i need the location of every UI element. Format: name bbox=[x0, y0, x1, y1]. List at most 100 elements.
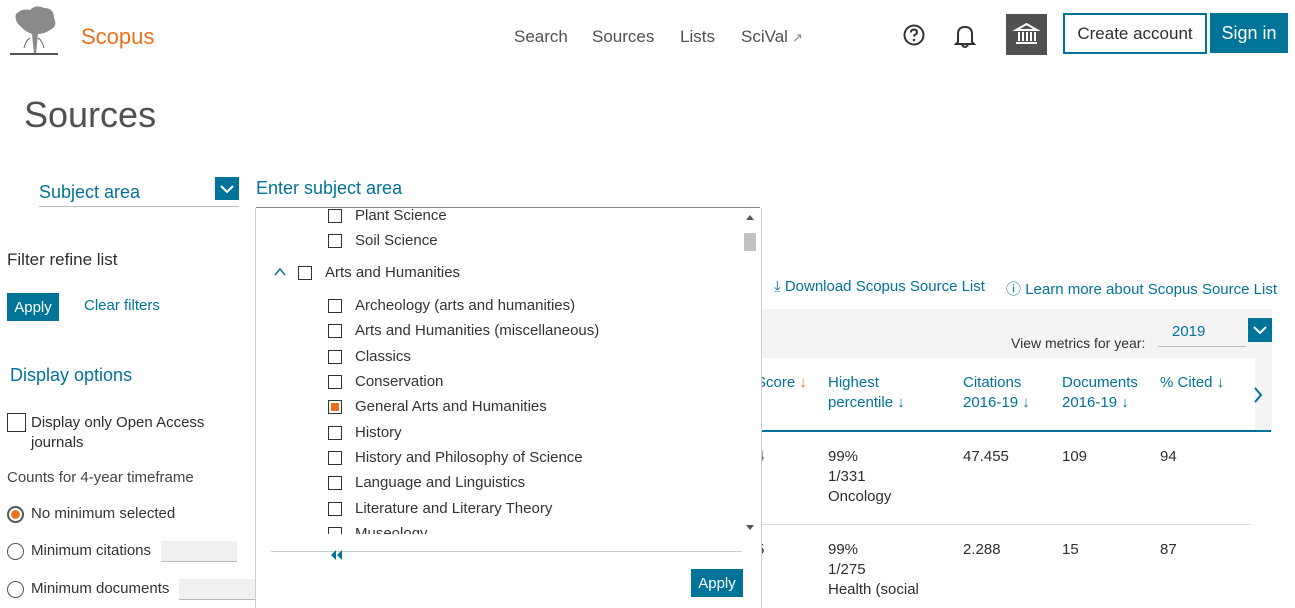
subject-option[interactable]: Arts and Humanities (miscellaneous) bbox=[328, 321, 599, 341]
nav-search[interactable]: Search bbox=[514, 27, 568, 47]
subject-option[interactable]: History and Philosophy of Science bbox=[328, 448, 583, 468]
checkbox[interactable] bbox=[328, 375, 342, 390]
minimum-citations-label: Minimum citations bbox=[31, 542, 152, 559]
subject-option-label: Literature and Literary Theory bbox=[355, 500, 553, 517]
chevron-right-icon[interactable] bbox=[1252, 385, 1264, 410]
col-documents-line1: Documents bbox=[1062, 374, 1138, 391]
subject-option[interactable]: History bbox=[328, 423, 402, 443]
row2-pct-value: 99% bbox=[828, 541, 859, 558]
col-citations-line1: Citations bbox=[963, 374, 1022, 391]
subject-option[interactable]: Plant Science bbox=[328, 208, 447, 226]
chevron-down-icon[interactable] bbox=[215, 177, 239, 200]
checkbox-checked[interactable] bbox=[328, 400, 342, 415]
sort-down-icon: ↓ bbox=[1216, 374, 1225, 391]
sort-down-icon: ↓ bbox=[1121, 394, 1129, 411]
elsevier-logo-icon bbox=[6, 4, 62, 56]
subject-option[interactable]: Literature and Literary Theory bbox=[328, 499, 552, 519]
checkbox[interactable] bbox=[328, 476, 342, 491]
col-score[interactable]: Score ↓ bbox=[756, 373, 807, 393]
row1-pct-rank: 1/331 bbox=[828, 468, 866, 485]
checkbox[interactable] bbox=[328, 502, 342, 517]
minimum-documents-input[interactable] bbox=[179, 579, 255, 600]
download-icon: ⤓ bbox=[774, 278, 781, 295]
open-access-label: Display only Open Access journals bbox=[31, 414, 205, 451]
download-label: Download Scopus Source List bbox=[784, 278, 985, 295]
dropdown-scrollbar[interactable] bbox=[743, 210, 757, 535]
scrollbar-thumb[interactable] bbox=[744, 233, 756, 251]
checkbox[interactable] bbox=[328, 324, 342, 339]
nav-scival-label: SciVal bbox=[741, 27, 788, 46]
minimum-citations-radio[interactable] bbox=[7, 543, 24, 560]
subject-option-label: Archeology (arts and humanities) bbox=[355, 297, 576, 314]
nav-sources[interactable]: Sources bbox=[592, 27, 654, 47]
row2-cited: 87 bbox=[1160, 541, 1177, 558]
checkbox[interactable] bbox=[328, 451, 342, 466]
minimum-citations-input[interactable] bbox=[161, 541, 237, 562]
institution-button[interactable] bbox=[1006, 14, 1047, 55]
help-icon[interactable] bbox=[903, 24, 925, 46]
nav-lists[interactable]: Lists bbox=[680, 27, 715, 47]
subject-option-label: History and Philosophy of Science bbox=[355, 449, 583, 466]
learn-more-label: Learn more about Scopus Source List bbox=[1025, 281, 1278, 298]
open-access-checkbox[interactable] bbox=[7, 413, 26, 432]
col-citations[interactable]: Citations 2016-19 ↓ bbox=[963, 373, 1030, 413]
subject-option[interactable]: General Arts and Humanities bbox=[328, 397, 547, 417]
subject-area-input[interactable]: Enter subject area bbox=[256, 178, 402, 199]
info-icon: ⓘ bbox=[1006, 281, 1022, 298]
subject-option[interactable]: Conservation bbox=[328, 372, 443, 392]
external-link-icon: ↗ bbox=[791, 30, 803, 45]
subject-option-label: Plant Science bbox=[355, 208, 447, 224]
nav-scival[interactable]: SciVal ↗ bbox=[741, 27, 803, 47]
subject-option[interactable]: Classics bbox=[328, 347, 411, 367]
filter-title: Filter refine list bbox=[7, 250, 118, 269]
subject-option-label: Museology bbox=[355, 525, 428, 534]
dropdown-apply-button[interactable]: Apply bbox=[691, 569, 743, 597]
checkbox[interactable] bbox=[328, 299, 342, 314]
col-documents-line2: 2016-19 bbox=[1062, 394, 1118, 411]
col-cited-label: % Cited bbox=[1160, 374, 1213, 391]
row2-citations: 2.288 bbox=[963, 541, 1001, 558]
scopus-brand[interactable]: Scopus bbox=[81, 24, 154, 50]
view-metrics-label: View metrics for year: bbox=[1011, 335, 1146, 351]
subject-option[interactable]: Soil Science bbox=[328, 231, 438, 251]
col-highest-percentile[interactable]: Highest percentile ↓ bbox=[828, 373, 905, 413]
page-title: Sources bbox=[24, 94, 157, 135]
subject-group[interactable]: Arts and Humanities bbox=[274, 263, 460, 283]
checkbox[interactable] bbox=[328, 426, 342, 441]
subject-area-select[interactable]: Subject area bbox=[39, 182, 140, 203]
minimum-documents-label: Minimum documents bbox=[31, 580, 170, 597]
subject-option-label: History bbox=[355, 424, 402, 441]
display-options-heading[interactable]: Display options bbox=[10, 365, 132, 386]
col-highest-percentile-line2: percentile bbox=[828, 394, 894, 411]
year-select[interactable]: 2019 bbox=[1172, 323, 1205, 340]
apply-filters-button[interactable]: Apply bbox=[7, 293, 59, 321]
sign-in-button[interactable]: Sign in bbox=[1210, 13, 1288, 53]
subject-list[interactable]: Plant Science Soil Science Arts and Huma… bbox=[256, 208, 744, 534]
checkbox[interactable] bbox=[328, 234, 342, 249]
subject-area-underline bbox=[39, 206, 239, 207]
minimum-documents-radio[interactable] bbox=[7, 581, 24, 598]
row1-pct-field: Oncology bbox=[828, 488, 892, 505]
learn-more-link[interactable]: ⓘ Learn more about Scopus Source List bbox=[1006, 278, 1277, 299]
col-cited[interactable]: % Cited ↓ bbox=[1160, 373, 1224, 393]
no-minimum-radio[interactable] bbox=[7, 506, 24, 523]
row1-percentile: 99% 1/331 Oncology bbox=[828, 447, 891, 507]
bell-icon[interactable] bbox=[953, 24, 977, 48]
double-chevron-left-icon[interactable] bbox=[329, 547, 343, 566]
clear-filters-link[interactable]: Clear filters bbox=[84, 297, 160, 314]
subject-option[interactable]: Museology bbox=[328, 524, 428, 534]
sort-down-icon: ↓ bbox=[897, 394, 905, 411]
checkbox[interactable] bbox=[328, 209, 342, 224]
checkbox[interactable] bbox=[298, 266, 312, 281]
chevron-down-icon[interactable] bbox=[1248, 318, 1272, 342]
checkbox[interactable] bbox=[328, 350, 342, 365]
checkbox[interactable] bbox=[328, 527, 342, 534]
create-account-button[interactable]: Create account bbox=[1063, 13, 1207, 54]
sort-down-icon: ↓ bbox=[1022, 394, 1030, 411]
chevron-up-icon[interactable] bbox=[274, 263, 286, 283]
subject-option[interactable]: Language and Linguistics bbox=[328, 473, 525, 493]
download-source-list-link[interactable]: ⤓ Download Scopus Source List bbox=[774, 278, 985, 295]
col-documents[interactable]: Documents 2016-19 ↓ bbox=[1062, 373, 1138, 413]
subject-option[interactable]: Archeology (arts and humanities) bbox=[328, 296, 575, 316]
row2-pct-field: Health (social bbox=[828, 581, 919, 598]
